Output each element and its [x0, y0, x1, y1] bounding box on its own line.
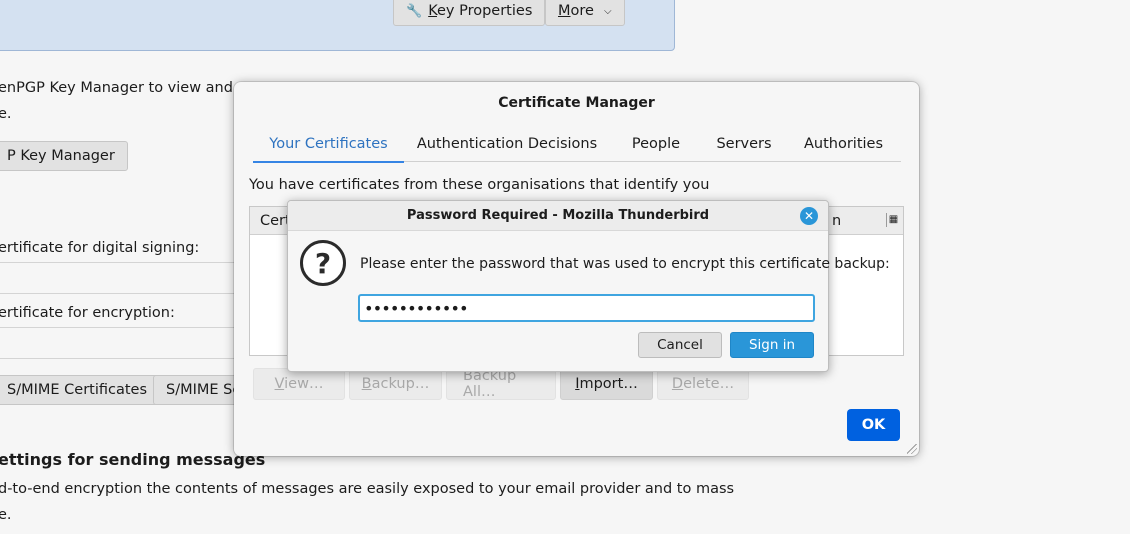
resize-grip-icon[interactable]	[907, 444, 917, 454]
import-label: Import…	[575, 376, 638, 392]
sign-in-button[interactable]: Sign in	[730, 332, 814, 358]
delete-label: Delete…	[671, 376, 735, 392]
tab-label: People	[631, 136, 681, 152]
tab-label: Your Certificates	[269, 136, 388, 152]
column-header-expires[interactable]: n	[832, 213, 841, 229]
key-properties-label: Key Properties	[428, 3, 533, 19]
password-dialog-title: Password Required - Mozilla Thunderbird	[406, 208, 710, 223]
password-dialog-titlebar[interactable]: Password Required - Mozilla Thunderbird …	[288, 201, 828, 231]
backup-label: Backup…	[361, 376, 430, 392]
tab-label: Servers	[716, 136, 772, 152]
e2e-description-line2: e.	[0, 507, 12, 523]
password-input[interactable]	[358, 294, 815, 322]
tab-servers[interactable]: Servers	[702, 126, 786, 162]
encryption-field-top-border	[0, 327, 240, 328]
certificates-description: You have certificates from these organis…	[249, 177, 710, 193]
delete-button[interactable]: Delete…	[657, 368, 749, 400]
certificate-tabs: Your Certificates Authentication Decisio…	[253, 126, 901, 163]
openpgp-key-manager-button[interactable]: P Key Manager	[0, 141, 128, 171]
tab-authorities[interactable]: Authorities	[786, 126, 901, 162]
more-label: More	[558, 3, 594, 19]
cancel-button[interactable]: Cancel	[638, 332, 722, 358]
signing-certificate-label: ertificate for digital signing:	[0, 240, 200, 256]
tab-people[interactable]: People	[610, 126, 702, 162]
import-button[interactable]: Import…	[560, 368, 653, 400]
chevron-down-icon: ⌵	[603, 5, 612, 17]
ok-button[interactable]: OK	[847, 409, 900, 441]
tab-label: Authorities	[803, 136, 884, 152]
more-button[interactable]: More ⌵	[545, 0, 625, 26]
key-manager-label: P Key Manager	[7, 148, 115, 164]
column-picker-icon[interactable]: ▦	[886, 213, 900, 227]
certificate-manager-title: Certificate Manager	[498, 95, 655, 111]
password-prompt-message: Please enter the password that was used …	[360, 256, 890, 272]
password-required-dialog: Password Required - Mozilla Thunderbird …	[287, 200, 890, 372]
encryption-certificate-label: ertificate for encryption:	[0, 305, 175, 321]
close-icon[interactable]: ✕	[800, 207, 818, 225]
backup-button[interactable]: Backup…	[349, 368, 442, 400]
view-button[interactable]: View…	[253, 368, 345, 400]
signing-field-top-border	[0, 262, 240, 263]
signing-field-bottom-border	[0, 293, 240, 294]
e2e-description-line1: d-to-end encryption the contents of mess…	[0, 481, 735, 497]
encryption-field-bottom-border	[0, 358, 240, 359]
question-icon: ?	[300, 240, 346, 286]
smime-security-label: S/MIME Se	[166, 382, 242, 398]
tab-label: Authentication Decisions	[416, 136, 598, 152]
sending-settings-heading: ettings for sending messages	[0, 450, 266, 469]
backup-all-button[interactable]: Backup All…	[446, 368, 556, 400]
certificate-actions: View… Backup… Backup All… Import… Delete…	[253, 368, 749, 400]
openpgp-description-line1: enPGP Key Manager to view and ma	[0, 80, 261, 96]
tab-authentication-decisions[interactable]: Authentication Decisions	[404, 126, 610, 162]
wrench-icon: 🔧	[406, 3, 423, 19]
smime-security-devices-button[interactable]: S/MIME Se	[153, 375, 243, 405]
tab-your-certificates[interactable]: Your Certificates	[253, 126, 404, 163]
openpgp-description-line2: e.	[0, 106, 12, 122]
view-label: View…	[274, 376, 324, 392]
smime-certificates-button[interactable]: S/MIME Certificates	[0, 375, 161, 405]
key-properties-button[interactable]: 🔧 Key Properties	[393, 0, 546, 26]
smime-certificates-label: S/MIME Certificates	[7, 382, 148, 398]
backup-all-label: Backup All…	[463, 368, 517, 400]
